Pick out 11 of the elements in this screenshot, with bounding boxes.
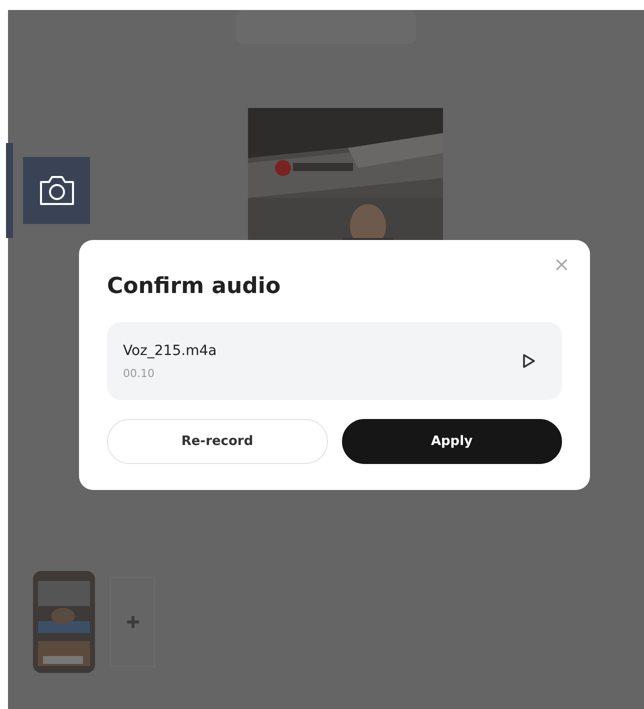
dialog-title: Confirm audio [107,274,282,300]
play-icon [522,353,536,370]
plus-icon [126,616,138,628]
play-button[interactable] [522,353,536,370]
camera-button[interactable] [23,157,90,224]
file-name: Voz_215.m4a [123,342,217,361]
apply-button[interactable]: Apply [342,419,562,464]
add-tile[interactable] [110,577,155,667]
camera-icon [38,174,76,207]
re-record-button[interactable]: Re-record [107,419,328,464]
duration: 00.10 [123,366,156,382]
